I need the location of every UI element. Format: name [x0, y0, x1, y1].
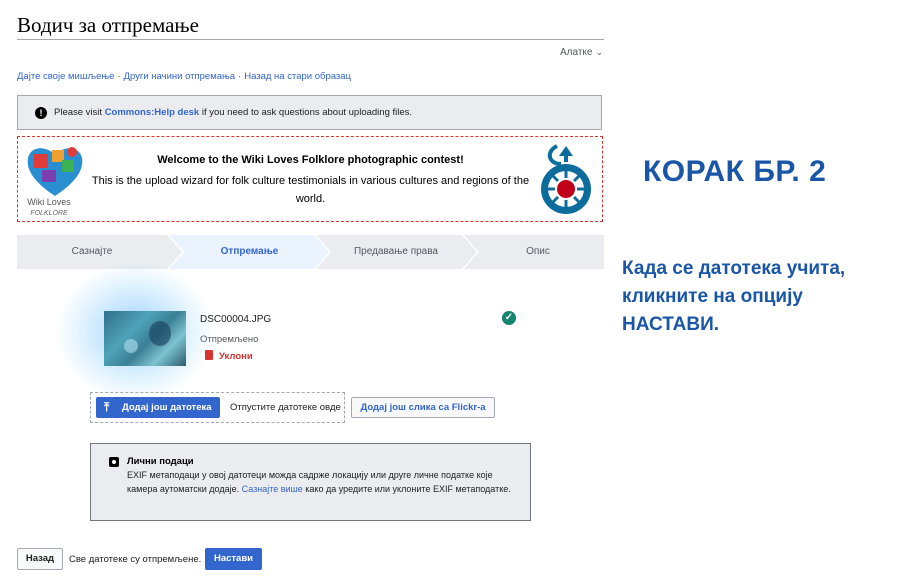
camera-icon [109, 457, 119, 467]
all-uploaded-text: Све датотеке су отпремљене. [69, 554, 202, 565]
step-upload: Отпремање [220, 246, 279, 257]
step-learn: Сазнајте [71, 246, 113, 257]
add-from-flickr-button[interactable]: Додај још слика са Flickr-a [351, 397, 495, 418]
separator: · [117, 71, 121, 82]
help-desk-link[interactable]: Commons:Help desk [105, 107, 200, 118]
chevron-down-icon: ⌄ [595, 47, 604, 57]
other-upload-methods-link[interactable]: Други начини отпремања [124, 71, 236, 82]
old-form-link[interactable]: Назад на стари образац [244, 71, 351, 82]
file-name: DSC00004.JPG [200, 314, 272, 325]
help-notice: ! Please visit Commons:Help desk if you … [17, 95, 602, 130]
wiki-loves-folklore-logo-icon [27, 147, 83, 196]
privacy-heading: Лични подаци [127, 456, 194, 467]
drop-files-text: Отпустите датотеке овде [230, 402, 341, 413]
continue-button[interactable]: Настави [205, 548, 262, 570]
step-release-rights: Предавање права [353, 246, 438, 257]
logo-caption: Wiki Loves FOLKLORE [27, 197, 71, 217]
page-title: Водич за отпремање [17, 13, 199, 37]
privacy-notice: Лични подаци EXIF метаподаци у овој дато… [90, 443, 531, 521]
tools-label: Алатке [560, 47, 593, 58]
info-icon: ! [35, 107, 47, 119]
learn-more-link[interactable]: Сазнајте више [242, 484, 303, 494]
upload-icon: ⤒ [104, 400, 110, 414]
annotation-text: Када се датотека учита, кликните на опци… [622, 258, 846, 335]
step-describe: Опис [526, 246, 550, 257]
banner-heading: Welcome to the Wiki Loves Folklore photo… [157, 154, 464, 166]
contest-banner: Wiki Loves FOLKLORE Welcome to the Wiki L… [17, 136, 603, 222]
tools-menu[interactable]: Алатке ⌄ [560, 47, 603, 58]
separator: · [238, 71, 242, 82]
check-icon: ✓ [502, 311, 516, 325]
privacy-body: EXIF метаподаци у овој датотеци можда са… [127, 470, 511, 494]
annotation-heading: КОРАК БР. 2 [643, 155, 827, 188]
back-button[interactable]: Назад [17, 548, 63, 570]
add-more-files-button[interactable]: ⤒ Додај још датотека [96, 397, 220, 418]
file-status: Отпремљено [200, 334, 259, 345]
remove-file-button[interactable]: Уклони [205, 350, 253, 362]
notice-text: Please visit Commons:Help desk if you ne… [54, 107, 413, 118]
file-thumbnail [104, 311, 186, 366]
feedback-link[interactable]: Дајте своје мишљење [17, 71, 114, 82]
banner-text: This is the upload wizard for folk cultu… [91, 175, 530, 205]
trash-icon [205, 350, 213, 360]
top-links: Дајте своје мишљење · Други начини отпрема… [17, 71, 351, 82]
title-divider [17, 39, 604, 40]
wizard-steps: Сазнајте Отпремање Предавање права Опис [17, 235, 604, 269]
wikimedia-commons-logo-icon [541, 144, 591, 214]
